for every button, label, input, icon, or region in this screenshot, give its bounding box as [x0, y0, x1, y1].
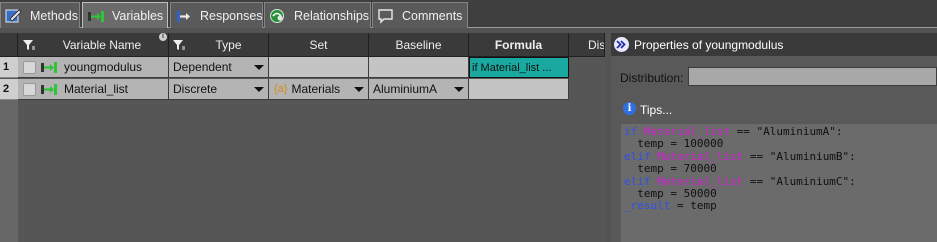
column-header-label: Variable Name	[62, 37, 142, 52]
panel-title: Properties of youngmodulus	[634, 37, 784, 52]
type-dropdown[interactable]: Discrete	[169, 79, 269, 100]
tab-methods[interactable]: Methods	[0, 2, 80, 28]
code-text: temp = 70000	[624, 162, 717, 176]
column-header-formula[interactable]: Formula	[469, 33, 569, 57]
chevron-down-icon[interactable]	[254, 65, 264, 70]
variable-name-cell[interactable]: Material_list	[18, 79, 169, 100]
chevron-down-icon[interactable]	[454, 87, 464, 92]
code-text: == "AluminiumB":	[743, 149, 856, 163]
column-header-set[interactable]: Set	[269, 33, 369, 57]
tab-label: Relationships	[294, 8, 370, 23]
column-header-label: Type	[215, 37, 242, 52]
code-text: = temp	[670, 199, 717, 213]
tab-relationships[interactable]: Relationships	[264, 2, 371, 28]
row-number[interactable]: 1	[0, 57, 18, 78]
comments-icon	[377, 8, 395, 24]
methods-icon	[5, 8, 23, 24]
column-header-label: Set	[309, 37, 328, 52]
column-header-label: Formula	[494, 37, 543, 52]
formula-cell[interactable]	[469, 79, 569, 100]
code-keyword: elif	[624, 149, 651, 163]
tab-label: Methods	[30, 8, 78, 23]
checkbox[interactable]	[23, 82, 36, 96]
responses-icon	[175, 8, 193, 24]
collapse-icon[interactable]	[614, 37, 629, 52]
column-header-distribution[interactable]: Dis	[569, 33, 605, 57]
column-header-baseline[interactable]: Baseline	[369, 33, 469, 57]
code-text: temp = 50000	[624, 187, 717, 201]
properties-title-bar: Properties of youngmodulus	[611, 33, 937, 56]
code-variable: Material_list	[657, 149, 744, 163]
code-keyword: _result	[624, 199, 671, 213]
tab-label: Variables	[112, 8, 164, 23]
tab-label: Responses	[200, 8, 263, 23]
code-keyword: if	[624, 125, 638, 138]
info-icon[interactable]: i	[159, 33, 167, 41]
set-icon: {a}	[274, 83, 288, 95]
formula-code-editor[interactable]: if Material_list == "AluminiumA": temp =…	[621, 124, 937, 242]
type-value: Dependent	[173, 60, 232, 74]
tab-comments[interactable]: Comments	[372, 2, 468, 28]
variable-icon	[87, 8, 105, 24]
distribution-label: Distribution:	[620, 71, 684, 85]
tab-bar: Methods Variables Responses Relationship…	[0, 0, 937, 28]
column-header-type[interactable]: Type	[169, 33, 269, 57]
filter-icon[interactable]	[172, 38, 186, 55]
code-text: == "AluminiumA":	[729, 125, 843, 138]
row-header-strip	[0, 100, 18, 242]
variable-name: Material_list	[64, 82, 129, 96]
code-keyword: elif	[624, 174, 651, 188]
filter-icon[interactable]	[22, 38, 36, 55]
code-text: temp = 100000	[624, 137, 724, 151]
column-header-label: Baseline	[395, 37, 442, 52]
chevron-down-icon[interactable]	[254, 87, 264, 92]
variable-icon	[40, 82, 58, 96]
code-variable: Material_list	[657, 174, 744, 188]
code-variable: Material_list	[643, 125, 730, 138]
header-corner	[0, 33, 18, 57]
relationships-icon	[269, 8, 287, 24]
tab-label: Comments	[402, 8, 463, 23]
variable-icon	[40, 60, 58, 74]
distribution-input[interactable]	[688, 67, 937, 86]
set-cell[interactable]	[269, 57, 369, 78]
formula-value: if Material_list ...	[472, 61, 552, 74]
column-header-variable-name[interactable]: Variable Name i	[18, 33, 169, 57]
set-dropdown[interactable]: {a} Materials	[269, 79, 369, 100]
code-line: _result = temp	[624, 200, 937, 212]
chevron-down-icon[interactable]	[354, 87, 364, 92]
info-icon: i	[623, 102, 636, 115]
variables-grid: Variable Name i Type Set Baseline Formul…	[0, 33, 605, 242]
variable-name-cell[interactable]: youngmodulus	[18, 57, 169, 78]
baseline-dropdown[interactable]: AluminiumA	[369, 79, 469, 100]
checkbox[interactable]	[23, 60, 36, 74]
code-text: == "AluminiumC":	[743, 174, 856, 188]
tab-variables[interactable]: Variables	[82, 2, 168, 28]
baseline-cell[interactable]	[369, 57, 469, 78]
set-value: Materials	[291, 82, 341, 96]
variable-name: youngmodulus	[64, 60, 143, 74]
tips-link[interactable]: Tips...	[640, 103, 672, 117]
tab-responses[interactable]: Responses	[170, 2, 263, 28]
properties-panel: Properties of youngmodulus Distribution:…	[611, 33, 937, 242]
type-value: Discrete	[173, 82, 218, 96]
type-dropdown[interactable]: Dependent	[169, 57, 269, 78]
row-number[interactable]: 2	[0, 79, 18, 100]
column-header-label: Dis	[588, 37, 605, 52]
formula-cell[interactable]: if Material_list ...	[469, 57, 569, 78]
baseline-value: AluminiumA	[373, 82, 438, 96]
